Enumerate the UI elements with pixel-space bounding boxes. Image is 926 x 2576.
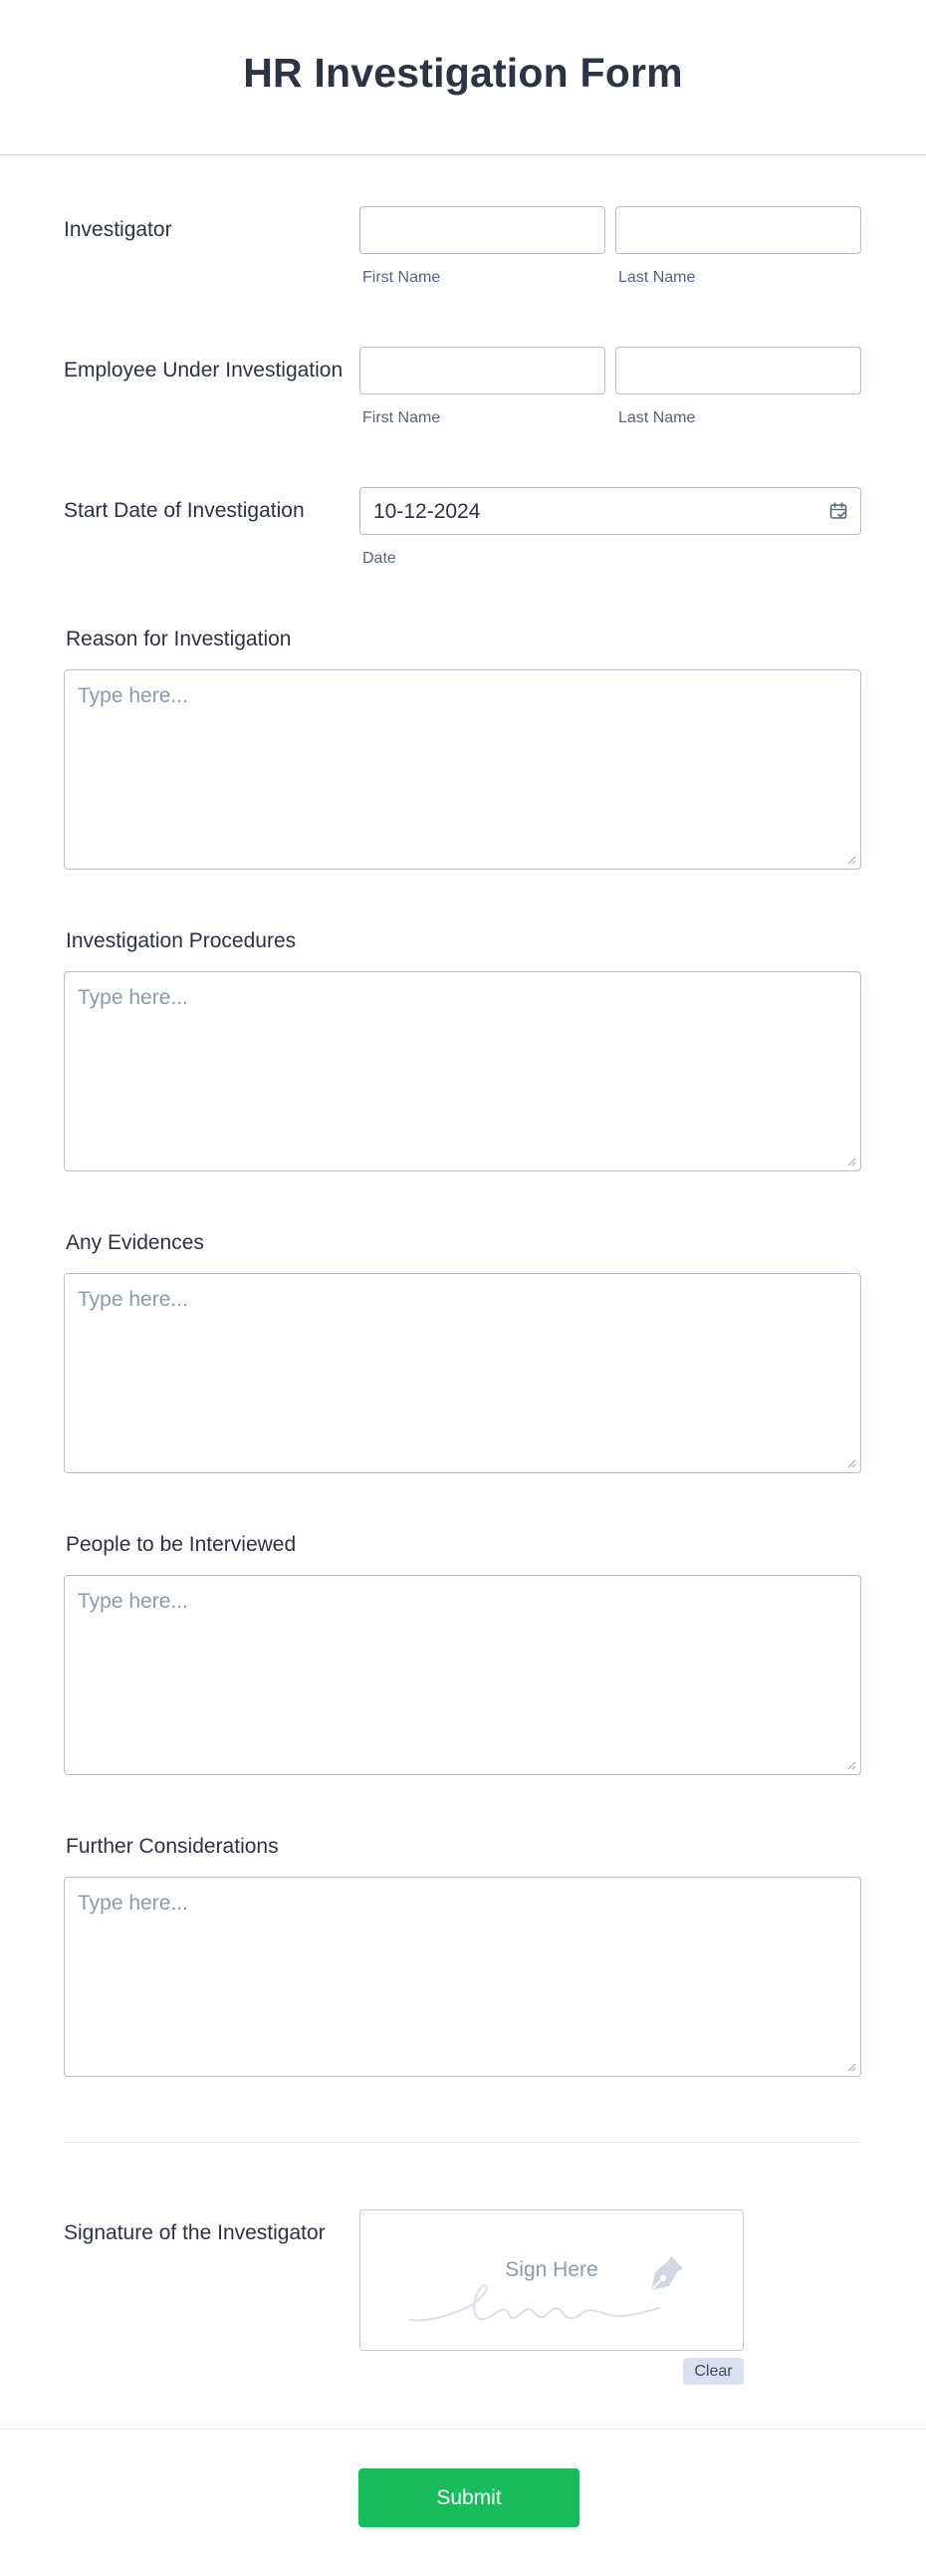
start-date-sublabel: Date xyxy=(362,550,396,567)
investigator-first-name-sublabel: First Name xyxy=(362,269,441,286)
evidences-textarea[interactable]: Type here... xyxy=(64,1273,861,1473)
start-date-label: Start Date of Investigation xyxy=(64,499,305,522)
investigator-first-name-input[interactable] xyxy=(359,206,605,254)
submit-button[interactable]: Submit xyxy=(358,2468,579,2527)
form-header: HR Investigation Form xyxy=(0,0,926,155)
procedures-label: Investigation Procedures xyxy=(66,929,297,952)
signature-pad[interactable]: Sign Here xyxy=(359,2209,744,2351)
evidences-label: Any Evidences xyxy=(66,1231,204,1254)
signature-pad-hint: Sign Here xyxy=(505,2258,598,2281)
interviewees-textarea[interactable]: Type here... xyxy=(64,1575,861,1775)
signature-label: Signature of the Investigator xyxy=(64,2221,326,2244)
start-date-value: 10-12-2024 xyxy=(373,500,481,523)
procedures-textarea[interactable]: Type here... xyxy=(64,971,861,1171)
employee-last-name-input[interactable] xyxy=(615,347,861,394)
page-title: HR Investigation Form xyxy=(243,50,683,96)
employee-label: Employee Under Investigation xyxy=(64,359,344,382)
procedures-placeholder: Type here... xyxy=(78,986,188,1009)
employee-first-name-input[interactable] xyxy=(359,347,605,394)
form-footer: Submit xyxy=(0,2429,926,2576)
resize-grip-icon[interactable] xyxy=(846,855,856,865)
considerations-placeholder: Type here... xyxy=(78,1892,188,1915)
section-divider xyxy=(64,2142,861,2143)
resize-grip-icon[interactable] xyxy=(846,1458,856,1468)
investigator-label: Investigator xyxy=(64,218,172,241)
reason-placeholder: Type here... xyxy=(78,684,188,707)
calendar-icon[interactable] xyxy=(828,501,848,521)
employee-first-name-sublabel: First Name xyxy=(362,409,441,426)
resize-grip-icon[interactable] xyxy=(846,1760,856,1770)
interviewees-placeholder: Type here... xyxy=(78,1590,188,1613)
investigator-last-name-input[interactable] xyxy=(615,206,861,254)
reason-label: Reason for Investigation xyxy=(66,628,292,650)
clear-signature-button[interactable]: Clear xyxy=(683,2358,744,2385)
evidences-placeholder: Type here... xyxy=(78,1288,188,1311)
considerations-label: Further Considerations xyxy=(66,1835,279,1858)
considerations-textarea[interactable]: Type here... xyxy=(64,1877,861,2077)
investigator-last-name-sublabel: Last Name xyxy=(618,269,696,286)
resize-grip-icon[interactable] xyxy=(846,1157,856,1166)
reason-textarea[interactable]: Type here... xyxy=(64,669,861,870)
interviewees-label: People to be Interviewed xyxy=(66,1533,297,1556)
employee-last-name-sublabel: Last Name xyxy=(618,409,696,426)
start-date-input[interactable]: 10-12-2024 xyxy=(359,487,861,535)
resize-grip-icon[interactable] xyxy=(846,2062,856,2072)
